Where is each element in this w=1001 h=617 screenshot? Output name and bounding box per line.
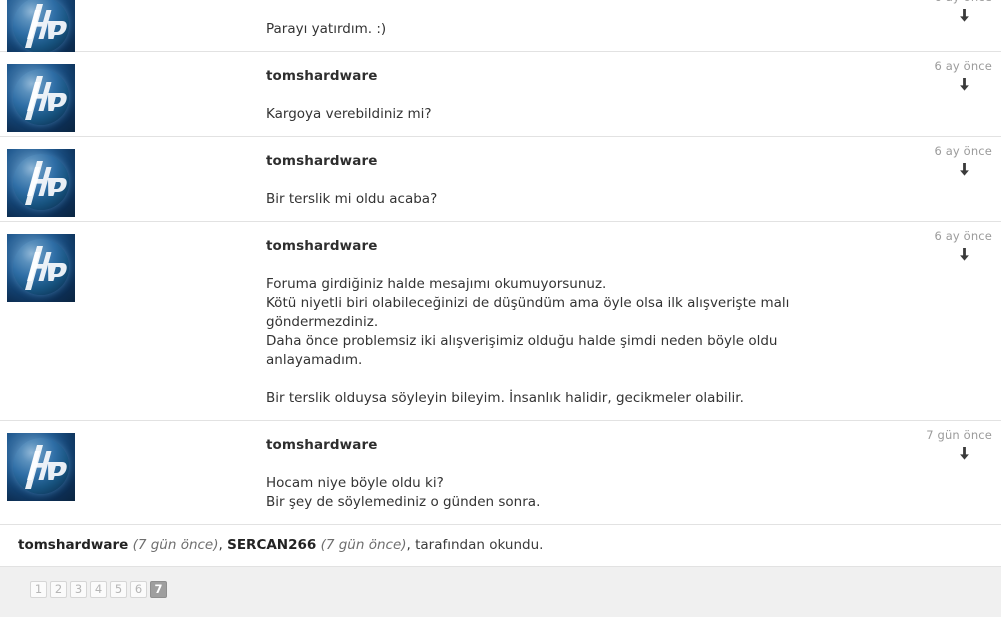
- post-meta: 6 ay önce: [842, 0, 992, 23]
- post-timestamp: 7 gün önce: [926, 428, 992, 442]
- page-button-6[interactable]: 6: [130, 581, 147, 598]
- post-body: tomshardwareParayı yatırdım. :): [266, 0, 831, 39]
- read-by-bar: tomshardware (7 gün önce), SERCAN266 (7 …: [0, 525, 1001, 567]
- post-meta: 6 ay önce: [842, 144, 992, 177]
- post-timestamp: 6 ay önce: [934, 144, 992, 158]
- post: 6 ay önce tomshardware Foruma girdiğiniz …: [0, 222, 1001, 421]
- avatar-column: [7, 234, 75, 302]
- post-meta: 6 ay önce: [842, 59, 992, 92]
- avatar-column: [7, 0, 75, 60]
- page-button-5[interactable]: 5: [110, 581, 127, 598]
- arrow-down-icon[interactable]: [842, 248, 970, 262]
- post-message: Parayı yatırdım. :): [266, 20, 831, 39]
- avatar-column: [7, 149, 75, 217]
- post-author[interactable]: tomshardware: [266, 68, 831, 84]
- post: 7 gün önce tomshardware Hocam niye böyle …: [0, 421, 1001, 525]
- page-button-3[interactable]: 3: [70, 581, 87, 598]
- post-message: Bir terslik mi oldu acaba?: [266, 190, 831, 209]
- post-meta: 6 ay önce: [842, 229, 992, 262]
- post-message: Foruma girdiğiniz halde mesajımı okumuyo…: [266, 275, 831, 408]
- forum-thread-page: 6 ay önce tomshardwareParayı yatırdım. :…: [0, 0, 1001, 617]
- post-paragraph: Bir terslik mi oldu acaba?: [266, 191, 438, 207]
- read-by-suffix: , tarafından okundu.: [406, 537, 544, 553]
- post: 6 ay önce tomshardwareParayı yatırdım. :…: [0, 0, 1001, 60]
- arrow-down-icon[interactable]: [842, 163, 970, 177]
- post-meta: 7 gün önce: [842, 428, 992, 461]
- page-button-2[interactable]: 2: [50, 581, 67, 598]
- hp-logo-icon[interactable]: [7, 64, 75, 132]
- post: 6 ay önce tomshardware Kargoya verebildin…: [0, 52, 1001, 137]
- read-by-user-1[interactable]: tomshardware: [18, 537, 128, 553]
- page-button-1[interactable]: 1: [30, 581, 47, 598]
- post: 6 ay önce tomshardware Bir terslik mi old…: [0, 137, 1001, 222]
- arrow-down-icon[interactable]: [842, 78, 970, 92]
- post-message: Hocam niye böyle oldu ki? Bir şey de söy…: [266, 474, 831, 512]
- read-by-time-2: (7 gün önce): [320, 537, 407, 553]
- post-paragraph: Hocam niye böyle oldu ki? Bir şey de söy…: [266, 475, 541, 510]
- post-paragraph: Bir terslik olduysa söyleyin bileyim. İn…: [266, 390, 744, 406]
- hp-logo-icon[interactable]: [7, 433, 75, 501]
- post-author[interactable]: tomshardware: [266, 238, 831, 254]
- hp-logo-icon[interactable]: [7, 0, 75, 60]
- post-paragraph: Foruma girdiğiniz halde mesajımı okumuyo…: [266, 276, 790, 368]
- post-paragraph: Parayı yatırdım. :): [266, 21, 387, 37]
- post-message: Kargoya verebildiniz mi?: [266, 105, 831, 124]
- post-paragraph: Kargoya verebildiniz mi?: [266, 106, 432, 122]
- arrow-down-icon[interactable]: [842, 447, 970, 461]
- arrow-down-icon[interactable]: [842, 9, 970, 23]
- read-by-user-2[interactable]: SERCAN266: [227, 537, 316, 553]
- post-list: 6 ay önce tomshardwareParayı yatırdım. :…: [0, 0, 1001, 525]
- avatar-column: [7, 433, 75, 501]
- post-timestamp: 6 ay önce: [842, 0, 992, 4]
- post-body: tomshardware Foruma girdiğiniz halde mesa…: [266, 232, 831, 408]
- pagination-bar: 1234567: [0, 567, 1001, 617]
- post-body: tomshardware Kargoya verebildiniz mi?: [266, 62, 831, 124]
- post-author[interactable]: tomshardware: [266, 153, 831, 169]
- post-body: tomshardware Bir terslik mi oldu acaba?: [266, 147, 831, 209]
- read-by-separator: ,: [218, 537, 228, 553]
- pagination: 1234567: [30, 581, 1001, 598]
- avatar-column: [7, 64, 75, 132]
- page-button-7[interactable]: 7: [150, 581, 167, 598]
- post-author[interactable]: tomshardware: [266, 437, 831, 453]
- post-timestamp: 6 ay önce: [934, 229, 992, 243]
- post-body: tomshardware Hocam niye böyle oldu ki? Bi…: [266, 431, 831, 512]
- post-timestamp: 6 ay önce: [934, 59, 992, 73]
- hp-logo-icon[interactable]: [7, 234, 75, 302]
- page-button-4[interactable]: 4: [90, 581, 107, 598]
- hp-logo-icon[interactable]: [7, 149, 75, 217]
- read-by-time-1: (7 gün önce): [132, 537, 219, 553]
